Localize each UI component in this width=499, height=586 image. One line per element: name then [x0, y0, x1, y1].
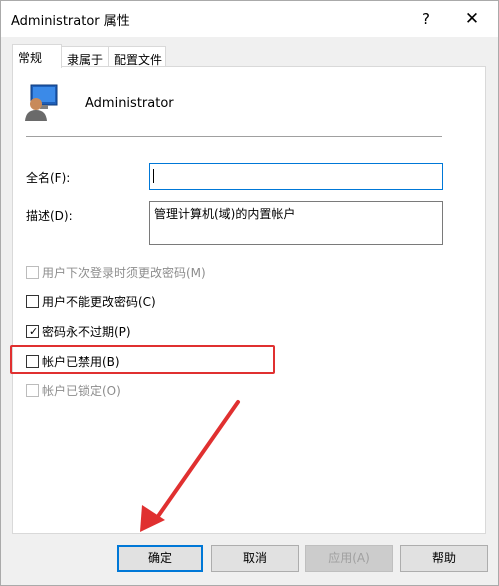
cancel-button[interactable]: 取消 [211, 545, 299, 572]
ok-button[interactable]: 确定 [117, 545, 203, 572]
annotation-arrow-icon [140, 400, 240, 532]
tab-general[interactable]: 常规 [12, 44, 62, 68]
help-button[interactable]: 帮助 [400, 545, 488, 572]
apply-button[interactable]: 应用(A) [305, 545, 393, 572]
tab-general-label: 常规 [18, 51, 43, 65]
